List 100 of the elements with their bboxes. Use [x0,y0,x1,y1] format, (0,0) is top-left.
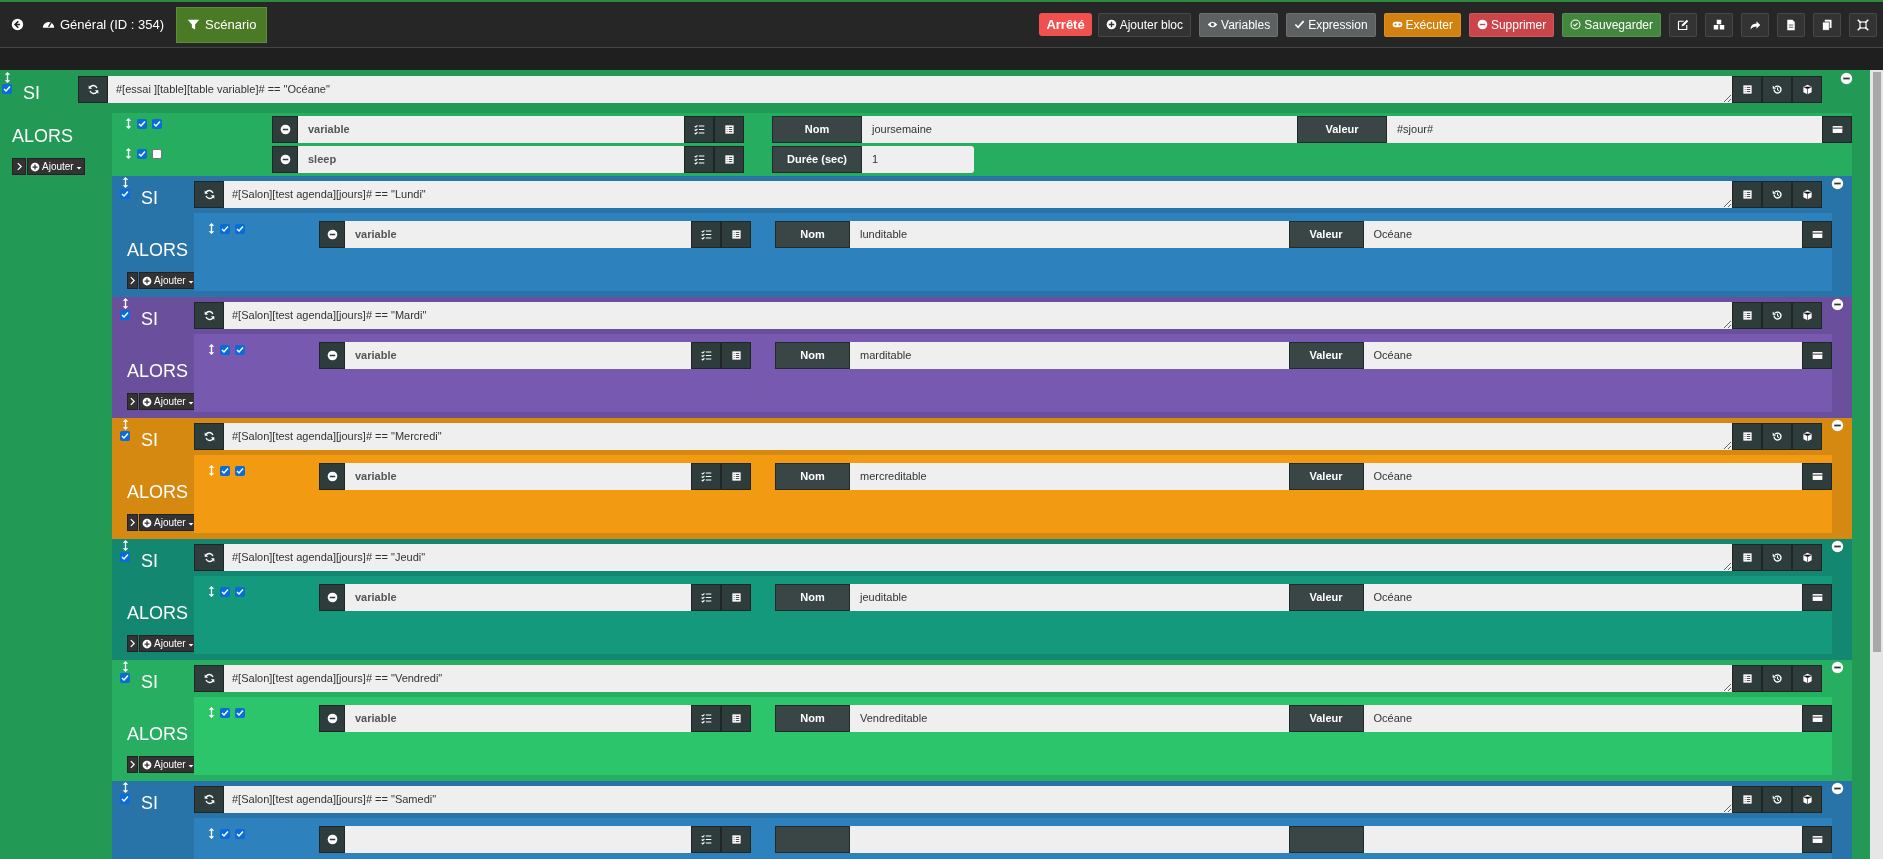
command-details-button[interactable] [714,146,744,173]
icon-button[interactable] [1669,12,1697,37]
checkbox[interactable] [220,465,230,476]
refresh-button[interactable] [194,786,224,813]
cube-button[interactable] [1792,423,1822,450]
command-list-button[interactable] [691,826,721,853]
command-field[interactable]: variable [345,463,691,490]
field-input[interactable]: Océane [1363,342,1802,369]
history-button[interactable] [1762,665,1792,692]
options-button[interactable] [1802,463,1832,490]
checkbox[interactable] [152,118,162,129]
toolbar-button[interactable]: Variables [1199,12,1279,37]
command-details-button[interactable] [721,221,751,248]
remove-block-button[interactable] [1839,72,1853,85]
remove-block-button[interactable] [1830,298,1844,311]
checkbox[interactable] [235,344,245,355]
field-input[interactable]: joursemaine [862,116,1297,143]
icon-button[interactable] [1849,12,1877,37]
expand-button[interactable] [127,635,138,652]
expand-button[interactable] [12,158,26,175]
field-input[interactable]: Océane [1363,463,1802,490]
command-field[interactable]: sleep [298,146,684,173]
list-button[interactable] [1732,786,1762,813]
command-list-button[interactable] [691,342,721,369]
remove-button[interactable] [272,146,298,173]
refresh-button[interactable] [194,181,224,208]
cube-button[interactable] [1792,665,1822,692]
command-field[interactable]: variable [345,705,691,732]
field-input[interactable]: Océane [1363,705,1802,732]
toolbar-button[interactable]: Supprimer [1468,12,1555,37]
command-list-button[interactable] [691,463,721,490]
command-details-button[interactable] [721,584,751,611]
field-input[interactable] [850,826,1289,853]
remove-button[interactable] [319,463,345,490]
cube-button[interactable] [1792,181,1822,208]
field-input[interactable]: Vendreditable [850,705,1289,732]
refresh-button[interactable] [194,423,224,450]
checkbox[interactable] [235,707,245,718]
condition-field[interactable]: #[Salon][test agenda][jours]# == "Vendredi" [224,665,1732,692]
command-field[interactable]: variable [345,342,691,369]
checkbox[interactable] [220,223,230,234]
list-button[interactable] [1732,181,1762,208]
cube-button[interactable] [1792,786,1822,813]
command-list-button[interactable] [684,146,714,173]
field-input[interactable]: Océane [1363,584,1802,611]
condition-field[interactable]: #[Salon][test agenda][jours]# == "Samedi" [224,786,1732,813]
checkbox[interactable] [152,148,162,159]
command-field[interactable] [345,826,691,853]
remove-button[interactable] [319,826,345,853]
command-details-button[interactable] [721,705,751,732]
field-input[interactable]: lunditable [850,221,1289,248]
remove-block-button[interactable] [1830,177,1844,190]
add-dropdown[interactable]: Ajouter [139,756,197,773]
options-button[interactable] [1822,116,1852,143]
history-button[interactable] [1762,544,1792,571]
remove-button[interactable] [319,342,345,369]
command-field[interactable]: variable [345,221,691,248]
options-button[interactable] [1802,705,1832,732]
field-input[interactable]: marditable [850,342,1289,369]
command-list-button[interactable] [691,584,721,611]
remove-block-button[interactable] [1830,782,1844,795]
command-list-button[interactable] [691,705,721,732]
history-button[interactable] [1762,302,1792,329]
command-list-button[interactable] [684,116,714,143]
refresh-button[interactable] [194,302,224,329]
options-button[interactable] [1802,221,1832,248]
remove-button[interactable] [272,116,298,143]
toolbar-button[interactable]: Sauvegarder [1562,12,1661,37]
toolbar-button[interactable]: Ajouter bloc [1097,12,1192,37]
checkbox[interactable] [2,83,12,94]
command-field[interactable]: variable [345,584,691,611]
expand-button[interactable] [127,756,138,773]
checkbox[interactable] [220,707,230,718]
command-details-button[interactable] [714,116,744,143]
field-input[interactable]: 1 [862,146,974,173]
condition-field[interactable]: #[Salon][test agenda][jours]# == "Jeudi" [224,544,1732,571]
checkbox[interactable] [137,118,147,129]
command-list-button[interactable] [691,221,721,248]
field-input[interactable]: mercreditable [850,463,1289,490]
field-input[interactable]: jeuditable [850,584,1289,611]
history-button[interactable] [1762,181,1792,208]
refresh-button[interactable] [194,544,224,571]
field-input[interactable]: Océane [1363,221,1802,248]
remove-block-button[interactable] [1830,661,1844,674]
history-button[interactable] [1762,786,1792,813]
field-input[interactable]: #sjour# [1387,116,1822,143]
condition-field[interactable]: #[essai ][table][table variable]# == "Océane" [108,75,1732,103]
expand-button[interactable] [127,272,138,289]
condition-field[interactable]: #[Salon][test agenda][jours]# == "Lundi" [224,181,1732,208]
command-field[interactable]: variable [298,116,684,143]
command-details-button[interactable] [721,463,751,490]
remove-block-button[interactable] [1830,419,1844,432]
add-dropdown[interactable]: Ajouter [139,635,197,652]
cube-button[interactable] [1792,544,1822,571]
checkbox[interactable] [220,344,230,355]
condition-field[interactable]: #[Salon][test agenda][jours]# == "Mardi" [224,302,1732,329]
remove-block-button[interactable] [1830,540,1844,553]
icon-button[interactable] [1813,12,1841,37]
add-dropdown[interactable]: Ajouter [139,514,197,531]
icon-button[interactable] [1741,12,1769,37]
